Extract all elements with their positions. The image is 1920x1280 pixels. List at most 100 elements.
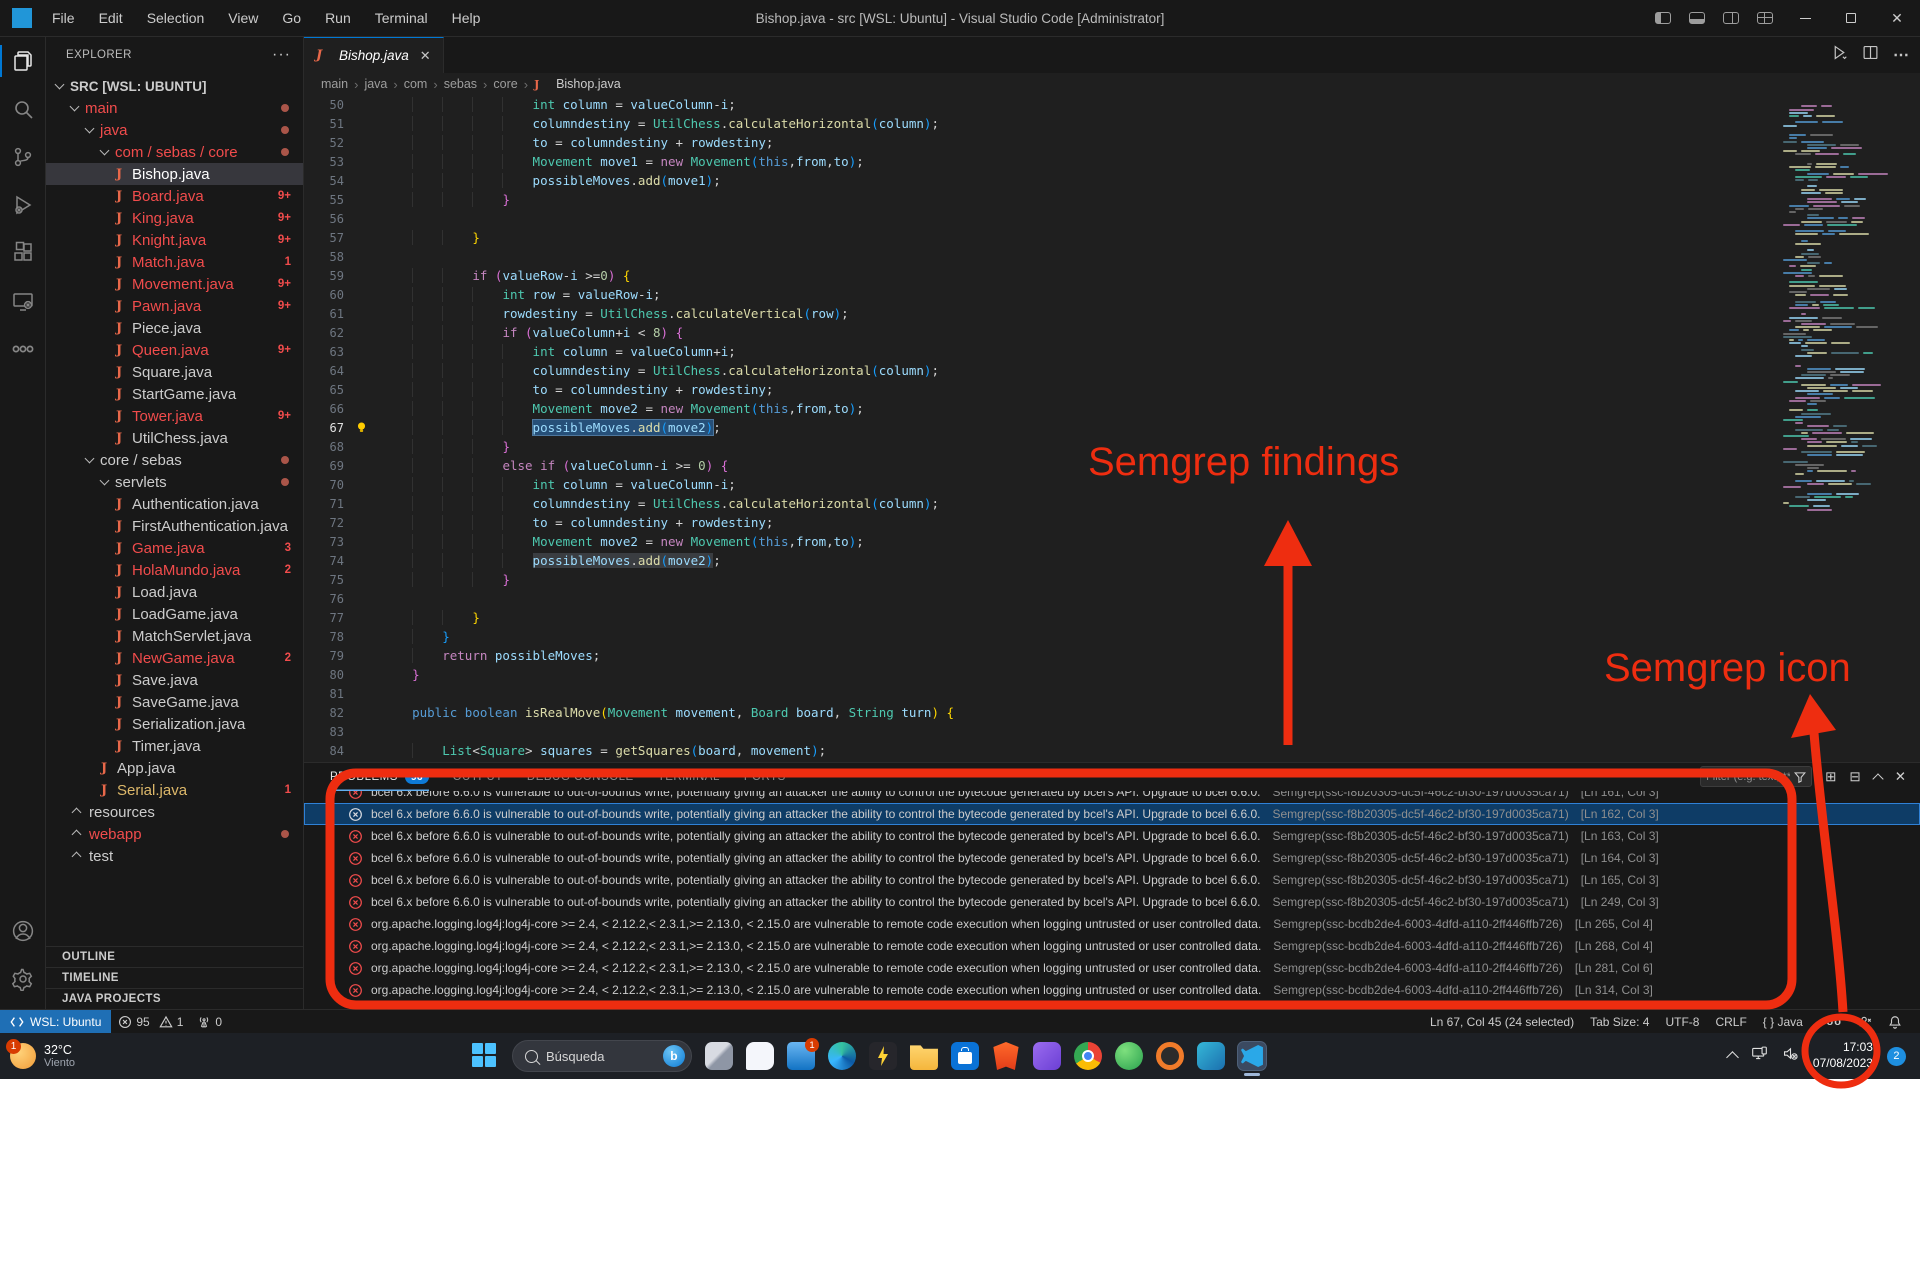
tree-item-startgame-java[interactable]: JStartGame.java <box>46 383 303 405</box>
tree-item-resources[interactable]: resources <box>46 801 303 823</box>
chat-icon[interactable] <box>746 1042 774 1070</box>
close-panel-icon[interactable]: ✕ <box>1895 769 1906 785</box>
account-status-icon[interactable] <box>1850 1015 1880 1029</box>
sidebar-section-java-projects[interactable]: JAVA PROJECTS <box>46 988 303 1009</box>
tree-item-knight-java[interactable]: JKnight.java9+ <box>46 229 303 251</box>
tree-item-matchservlet-java[interactable]: JMatchServlet.java <box>46 625 303 647</box>
tree-item-holamundo-java[interactable]: JHolaMundo.java2 <box>46 559 303 581</box>
tree-item-firstauthentication-java[interactable]: JFirstAuthentication.java <box>46 515 303 537</box>
code-line-67[interactable]: 67 possibleMoves.add(move2); <box>304 418 1920 437</box>
code-line-69[interactable]: 69 else if (valueColumn-i >= 0) { <box>304 456 1920 475</box>
view-as-table-icon[interactable]: ⊞ <box>1825 769 1836 785</box>
problem-row[interactable]: org.apache.logging.log4j:log4j-core >= 2… <box>304 913 1920 935</box>
tray-chevron-icon[interactable] <box>1726 1051 1739 1064</box>
tree-item-save-java[interactable]: JSave.java <box>46 669 303 691</box>
tree-item-game-java[interactable]: JGame.java3 <box>46 537 303 559</box>
code-line-51[interactable]: 51 columndestiny = UtilChess.calculateHo… <box>304 114 1920 133</box>
toggle-sidebar-icon[interactable] <box>1655 12 1671 24</box>
notification-count-badge[interactable]: 2 <box>1887 1047 1906 1066</box>
language-mode[interactable]: { } Java <box>1755 1015 1811 1029</box>
tree-item-square-java[interactable]: JSquare.java <box>46 361 303 383</box>
explorer-icon[interactable] <box>0 37 46 85</box>
code-line-80[interactable]: 80 } <box>304 665 1920 684</box>
tree-item-com-sebas-core[interactable]: com / sebas / core <box>46 141 303 163</box>
tree-item-match-java[interactable]: JMatch.java1 <box>46 251 303 273</box>
code-line-50[interactable]: 50 int column = valueColumn-i; <box>304 95 1920 114</box>
tree-item-loadgame-java[interactable]: JLoadGame.java <box>46 603 303 625</box>
chrome-icon[interactable] <box>1074 1042 1102 1070</box>
extensions-icon[interactable] <box>0 229 46 277</box>
code-line-55[interactable]: 55 } <box>304 190 1920 209</box>
explorer-more-actions-icon[interactable]: ··· <box>272 46 291 64</box>
close-button[interactable]: ✕ <box>1874 0 1920 36</box>
tree-item-tower-java[interactable]: JTower.java9+ <box>46 405 303 427</box>
tree-item-test[interactable]: test <box>46 845 303 867</box>
code-line-65[interactable]: 65 to = columndestiny + rowdestiny; <box>304 380 1920 399</box>
code-line-61[interactable]: 61 rowdestiny = UtilChess.calculateVerti… <box>304 304 1920 323</box>
breadcrumb-item[interactable]: Bishop.java <box>556 77 621 91</box>
account-icon[interactable] <box>0 907 46 955</box>
problem-row[interactable]: bcel 6.x before 6.6.0 is vulnerable to o… <box>304 803 1920 825</box>
tab-bishop-java[interactable]: J Bishop.java ✕ <box>304 37 444 73</box>
code-line-62[interactable]: 62 if (valueColumn+i < 8) { <box>304 323 1920 342</box>
problem-row[interactable]: bcel 6.x before 6.6.0 is vulnerable to o… <box>304 791 1920 803</box>
semgrep-icon[interactable] <box>0 325 46 373</box>
folder-icon[interactable] <box>910 1042 938 1070</box>
problem-row[interactable]: org.apache.logging.log4j:log4j-core >= 2… <box>304 1001 1920 1009</box>
code-line-58[interactable]: 58 <box>304 247 1920 266</box>
tree-item-bishop-java[interactable]: JBishop.java <box>46 163 303 185</box>
code-line-74[interactable]: 74 possibleMoves.add(move2); <box>304 551 1920 570</box>
code-line-68[interactable]: 68 } <box>304 437 1920 456</box>
source-control-icon[interactable] <box>0 133 46 181</box>
code-line-64[interactable]: 64 columndestiny = UtilChess.calculateHo… <box>304 361 1920 380</box>
problem-row[interactable]: bcel 6.x before 6.6.0 is vulnerable to o… <box>304 891 1920 913</box>
settings-gear-icon[interactable] <box>0 955 46 1003</box>
remote-indicator[interactable]: WSL: Ubuntu <box>0 1010 111 1034</box>
code-line-52[interactable]: 52 to = columndestiny + rowdestiny; <box>304 133 1920 152</box>
tree-item-load-java[interactable]: JLoad.java <box>46 581 303 603</box>
tree-item-src-wsl-ubuntu-[interactable]: SRC [WSL: UBUNTU] <box>46 75 303 97</box>
volume-muted-icon[interactable] <box>1782 1045 1799 1067</box>
sidebar-section-outline[interactable]: OUTLINE <box>46 946 303 967</box>
code-editor[interactable]: 50 int column = valueColumn-i;51 columnd… <box>304 95 1920 762</box>
tree-item-pawn-java[interactable]: JPawn.java9+ <box>46 295 303 317</box>
task-view-icon[interactable] <box>705 1042 733 1070</box>
panel-tab-terminal[interactable]: TERMINAL <box>658 763 720 791</box>
problems-summary[interactable]: 95 1 <box>111 1010 190 1033</box>
menu-view[interactable]: View <box>218 6 268 30</box>
tab-size[interactable]: Tab Size: 4 <box>1582 1015 1657 1029</box>
code-line-82[interactable]: 82 public boolean isRealMove(Movement mo… <box>304 703 1920 722</box>
code-line-66[interactable]: 66 Movement move2 = new Movement(this,fr… <box>304 399 1920 418</box>
breadcrumb[interactable]: main›java›com›sebas›core›JBishop.java <box>304 73 1920 95</box>
brave-icon[interactable] <box>992 1042 1020 1070</box>
tree-item-serialization-java[interactable]: JSerialization.java <box>46 713 303 735</box>
clock[interactable]: 17:03 07/08/2023 <box>1813 1040 1873 1071</box>
code-line-72[interactable]: 72 to = columndestiny + rowdestiny; <box>304 513 1920 532</box>
run-debug-icon[interactable] <box>0 181 46 229</box>
panel-tab-problems[interactable]: PROBLEMS96 <box>330 763 429 791</box>
bolt-icon[interactable] <box>869 1042 897 1070</box>
code-line-79[interactable]: 79 return possibleMoves; <box>304 646 1920 665</box>
menu-selection[interactable]: Selection <box>137 6 215 30</box>
media-app-icon[interactable] <box>1197 1042 1225 1070</box>
network-icon[interactable] <box>1751 1045 1768 1067</box>
encoding[interactable]: UTF-8 <box>1657 1015 1707 1029</box>
code-line-57[interactable]: 57 } <box>304 228 1920 247</box>
cursor-position[interactable]: Ln 67, Col 45 (24 selected) <box>1422 1015 1582 1029</box>
problems-filter-input[interactable]: Filter (e.g. text, **/*.ts, !**/node_mod… <box>1700 766 1812 787</box>
menu-help[interactable]: Help <box>442 6 491 30</box>
toggle-secondary-sidebar-icon[interactable] <box>1723 12 1739 24</box>
tree-item-newgame-java[interactable]: JNewGame.java2 <box>46 647 303 669</box>
breadcrumb-item[interactable]: java <box>364 77 387 91</box>
eol-sequence[interactable]: CRLF <box>1707 1015 1754 1029</box>
tree-item-board-java[interactable]: JBoard.java9+ <box>46 185 303 207</box>
breadcrumb-item[interactable]: sebas <box>444 77 477 91</box>
minimap[interactable] <box>1779 99 1873 619</box>
maximize-button[interactable] <box>1828 0 1874 36</box>
toggle-panel-icon[interactable] <box>1689 12 1705 24</box>
panel-tab-debug-console[interactable]: DEBUG CONSOLE <box>527 763 634 791</box>
code-line-53[interactable]: 53 Movement move1 = new Movement(this,fr… <box>304 152 1920 171</box>
panel-tab-ports[interactable]: PORTS <box>744 763 786 791</box>
store-icon[interactable] <box>951 1042 979 1070</box>
remote-explorer-icon[interactable] <box>0 277 46 325</box>
